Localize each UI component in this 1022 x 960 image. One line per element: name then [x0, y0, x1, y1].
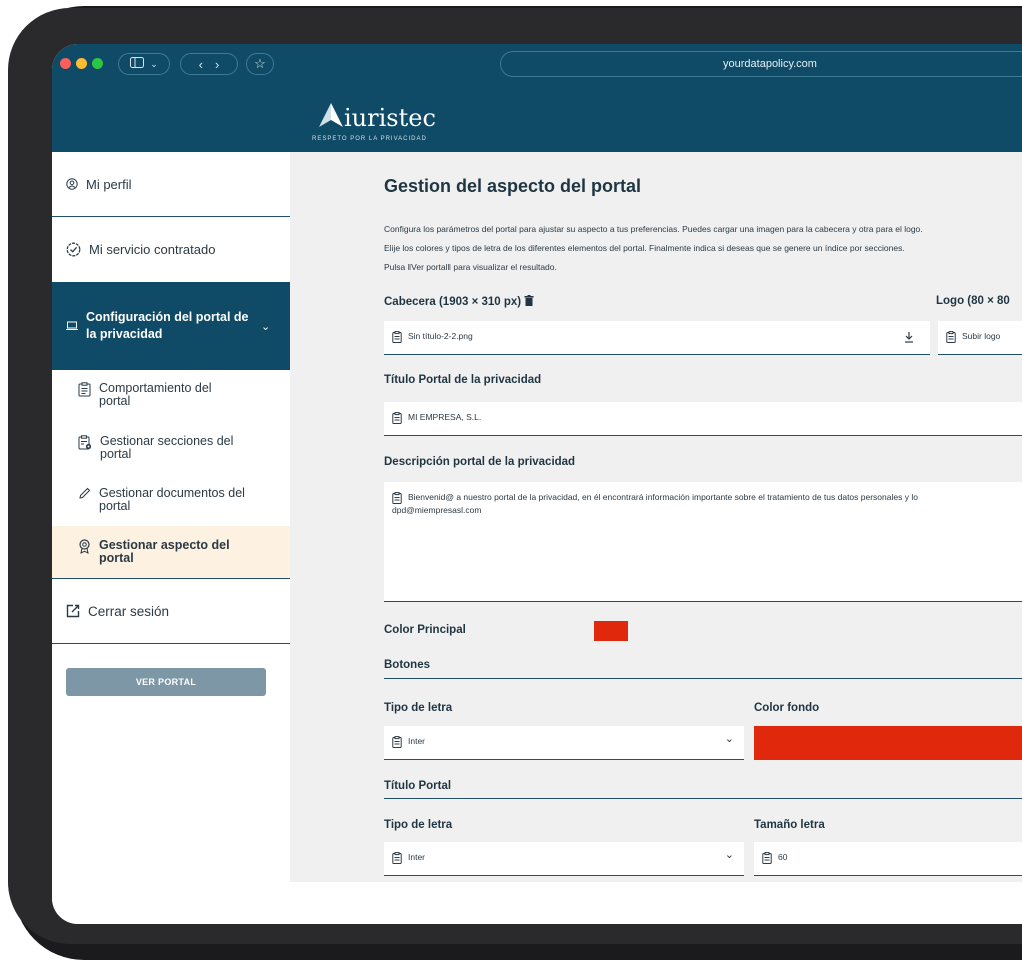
- sidebar-item-configuracion[interactable]: Configuración del portal de la privacida…: [52, 282, 290, 370]
- maximize-window-icon[interactable]: [92, 58, 103, 69]
- botones-tipo-letra-label: Tipo de letra: [384, 702, 453, 714]
- cabecera-label: Cabecera (1903 × 310 px): [384, 295, 534, 308]
- description-line: Pulsa ‖Ver portal‖ para visualizar el re…: [384, 262, 557, 272]
- sidebar-item-label: Mi perfil: [86, 176, 132, 192]
- clipboard-icon: [946, 330, 956, 348]
- clipboard-icon: [392, 411, 402, 429]
- titulo-input[interactable]: MI EMPRESA, S.L.: [384, 402, 1022, 436]
- user-circle-icon: [66, 178, 78, 190]
- check-badge-icon: [66, 242, 81, 257]
- sidebar-item-mi-servicio[interactable]: Mi servicio contratado: [52, 217, 290, 282]
- color-principal-label: Color Principal: [384, 624, 466, 636]
- sidebar-subitem-comportamiento[interactable]: Comportamiento del portal: [78, 382, 288, 408]
- descripcion-line: Bienvenid@ a nuestro portal de la privac…: [408, 492, 918, 502]
- clipboard-icon: [392, 851, 402, 869]
- titulo-tamano-value: 60: [778, 852, 788, 862]
- descripcion-textarea[interactable]: Bienvenid@ a nuestro portal de la privac…: [384, 482, 1022, 602]
- sidebar-subitem-aspecto[interactable]: Gestionar aspecto del portal: [78, 539, 288, 565]
- main-bottom-area: [290, 882, 1022, 924]
- botones-font-value: Inter: [408, 736, 426, 746]
- sidebar-subitem-secciones[interactable]: Gestionar secciones del portal: [78, 435, 288, 461]
- bookmark-button[interactable]: ☆: [246, 53, 274, 75]
- description-line: Configura los parámetros del portal para…: [384, 224, 923, 234]
- botones-section-label: Botones: [384, 659, 430, 671]
- download-icon[interactable]: [904, 330, 914, 348]
- forward-icon[interactable]: ›: [215, 57, 219, 72]
- main-content: Gestion del aspecto del portal Configura…: [290, 152, 1022, 882]
- nav-buttons: ‹ ›: [180, 53, 238, 75]
- sidebar-icon: [130, 57, 145, 71]
- sidebar-subitem-label: Comportamiento del portal: [99, 381, 212, 408]
- sidebar: Mi perfil Mi servicio contratado Configu…: [52, 152, 290, 924]
- description-line: Elije los colores y tipos de letra de lo…: [384, 243, 905, 253]
- color-principal-swatch[interactable]: [594, 621, 628, 641]
- descripcion-label: Descripción portal de la privacidad: [384, 456, 576, 468]
- section-divider: [384, 798, 1022, 799]
- document-gear-icon: [78, 435, 92, 450]
- sidebar-divider: [52, 643, 290, 644]
- brand-name: iuristec: [344, 104, 436, 132]
- sidebar-subitem-label: Gestionar secciones del portal: [100, 434, 234, 461]
- section-divider: [384, 678, 1022, 679]
- sidebar-item-label: Configuración del portal de la privacida…: [86, 310, 249, 341]
- iuristec-mark-icon: [319, 103, 343, 127]
- sidebar-item-label: Mi servicio contratado: [89, 242, 216, 257]
- url-text: yourdatapolicy.com: [723, 58, 817, 70]
- sidebar-subitem-label: Gestionar aspecto del portal: [99, 538, 230, 565]
- chevron-down-icon: ⌄: [724, 849, 734, 861]
- titulo-portal-section-label: Título Portal: [384, 780, 452, 792]
- sidebar-item-mi-perfil[interactable]: Mi perfil: [52, 152, 290, 216]
- trash-icon[interactable]: [524, 295, 534, 306]
- cabecera-file-value: Sin título-2-2.png: [408, 331, 473, 341]
- close-window-icon[interactable]: [60, 58, 71, 69]
- ver-portal-button[interactable]: VER PORTAL: [66, 668, 266, 696]
- sidebar-item-label: Cerrar sesión: [88, 603, 170, 619]
- sidebar-toggle-button[interactable]: ⌄: [118, 53, 170, 75]
- sidebar-subitem-label: Gestionar documentos del portal: [99, 486, 245, 513]
- sidebar-subitem-documentos[interactable]: Gestionar documentos del portal: [78, 487, 288, 513]
- clipboard-icon: [392, 330, 402, 348]
- badge-icon: [78, 539, 91, 554]
- document-icon: [78, 382, 91, 397]
- botones-color-fondo-label: Color fondo: [754, 702, 820, 714]
- titulo-font-select[interactable]: Inter ⌄: [384, 842, 744, 876]
- clipboard-icon: [762, 851, 772, 869]
- titulo-font-value: Inter: [408, 852, 426, 862]
- logo-upload-value: Subir logo: [962, 331, 1001, 341]
- botones-color-fondo-swatch[interactable]: [754, 726, 1022, 760]
- star-icon: ☆: [254, 56, 266, 71]
- cabecera-file-field[interactable]: Sin título-2-2.png: [384, 321, 930, 355]
- titulo-value: MI EMPRESA, S.L.: [408, 412, 482, 422]
- titulo-tipo-letra-label: Tipo de letra: [384, 819, 453, 831]
- logo-upload-field[interactable]: Subir logo: [938, 321, 1022, 355]
- titulo-tamano-input[interactable]: 60: [754, 842, 1022, 876]
- laptop-icon: [66, 321, 78, 331]
- botones-font-select[interactable]: Inter ⌄: [384, 726, 744, 760]
- sidebar-item-cerrar-sesion[interactable]: Cerrar sesión: [52, 579, 290, 643]
- brand-tagline: RESPETO POR LA PRIVACIDAD: [312, 136, 427, 142]
- minimize-window-icon[interactable]: [76, 58, 87, 69]
- address-bar[interactable]: yourdatapolicy.com: [500, 51, 1022, 77]
- browser-toolbar: ⌄ ‹ › ☆ yourdatapolicy.com: [52, 44, 1022, 86]
- logo-label: Logo (80 × 80: [936, 295, 1010, 307]
- clipboard-icon: [392, 735, 402, 753]
- back-icon[interactable]: ‹: [199, 57, 203, 72]
- chevron-down-icon: ⌄: [261, 320, 271, 333]
- titulo-portal-privacidad-label: Título Portal de la privacidad: [384, 374, 542, 386]
- external-link-icon: [66, 604, 80, 618]
- descripcion-line: dpd@miempresasl.com: [392, 505, 482, 515]
- tablet-screen: ⌄ ‹ › ☆ yourdatapolicy.com iuristec RESP…: [52, 44, 1022, 924]
- page-title: Gestion del aspecto del portal: [384, 176, 642, 196]
- site-header: iuristec RESPETO POR LA PRIVACIDAD: [52, 86, 1022, 152]
- chevron-down-icon: ⌄: [724, 733, 734, 745]
- pen-icon: [78, 487, 91, 500]
- chevron-down-icon: ⌄: [150, 58, 158, 69]
- titulo-tamano-label: Tamaño letra: [754, 819, 825, 831]
